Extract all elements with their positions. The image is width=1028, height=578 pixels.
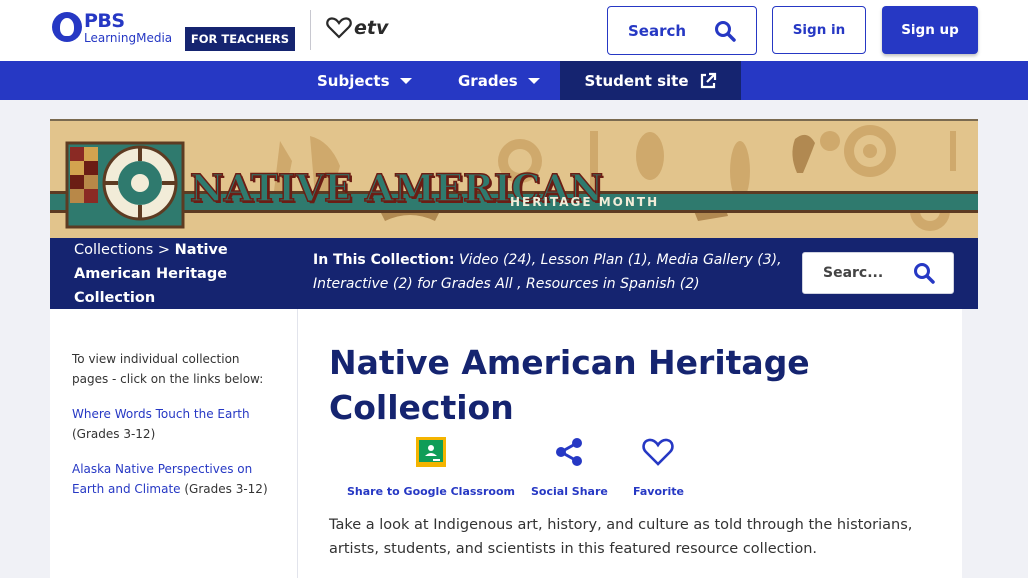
- nav-subjects-label: Subjects: [317, 71, 390, 90]
- collection-description: Take a look at Indigenous art, history, …: [329, 517, 913, 557]
- breadcrumb-separator: >: [153, 242, 175, 258]
- sidebar-item: Where Words Touch the Earth (Grades 3-12…: [72, 404, 282, 444]
- main-content: Native American Heritage Collection Shar…: [298, 309, 962, 578]
- pbs-head-icon: [52, 12, 82, 42]
- header-search-button[interactable]: Search: [607, 6, 757, 55]
- social-share-button[interactable]: Social Share: [531, 437, 608, 498]
- nav-subjects[interactable]: Subjects: [317, 61, 412, 100]
- sidebar-grades: (Grades 3-12): [72, 427, 156, 441]
- chevron-down-icon: [527, 77, 540, 84]
- sidebar-grades: (Grades 3-12): [180, 482, 268, 496]
- nav-student-label: Student site: [584, 71, 689, 90]
- share-google-classroom-button[interactable]: Share to Google Classroom: [347, 437, 515, 498]
- top-header: PBS LearningMedia FOR TEACHERS etv Searc…: [0, 0, 1028, 61]
- chevron-down-icon: [399, 77, 412, 84]
- nav-student-site[interactable]: Student site: [560, 61, 741, 100]
- sidebar-link-where-words[interactable]: Where Words Touch the Earth: [72, 407, 250, 421]
- external-link-icon: [700, 72, 716, 88]
- breadcrumb-collections-link[interactable]: Collections: [74, 242, 153, 258]
- logo-sub: LearningMedia: [84, 31, 173, 45]
- sidebar-item: Alaska Native Perspectives on Earth and …: [72, 459, 282, 499]
- heart-icon: [642, 438, 675, 466]
- banner-subtitle: HERITAGE MONTH: [510, 195, 660, 209]
- share-google-classroom-label: Share to Google Classroom: [347, 485, 515, 498]
- collection-bar: Collections > Native American Heritage C…: [50, 238, 978, 309]
- social-share-label: Social Share: [531, 485, 608, 498]
- collection-banner: NATIVE AMERICAN HERITAGE MONTH: [50, 119, 978, 238]
- header-divider: [310, 10, 311, 50]
- google-classroom-icon: [415, 437, 446, 467]
- search-icon[interactable]: [913, 262, 935, 284]
- collection-search-input[interactable]: Searc...: [802, 252, 954, 294]
- favorite-button[interactable]: Favorite: [633, 437, 684, 498]
- search-icon: [715, 20, 736, 42]
- favorite-label: Favorite: [633, 485, 684, 498]
- etv-text: etv: [354, 17, 389, 39]
- share-icon: [556, 438, 583, 466]
- collection-search-placeholder: Searc...: [823, 265, 884, 281]
- etv-logo[interactable]: etv: [326, 16, 388, 40]
- sign-in-button[interactable]: Sign in: [772, 6, 866, 54]
- nav-grades-label: Grades: [458, 71, 518, 90]
- logo-brand: PBS: [84, 10, 125, 32]
- for-teachers-badge: FOR TEACHERS: [185, 27, 295, 51]
- sidebar-intro: To view individual collection pages - cl…: [72, 352, 264, 386]
- etv-heart-icon: [326, 17, 352, 39]
- in-this-collection-summary: In This Collection: Video (24), Lesson P…: [313, 248, 783, 296]
- nav-grades[interactable]: Grades: [458, 61, 540, 100]
- sidebar: To view individual collection pages - cl…: [50, 309, 298, 578]
- main-nav: Subjects Grades Student site: [0, 61, 1028, 100]
- page-title: Native American Heritage Collection: [329, 343, 810, 427]
- pbs-learningmedia-logo[interactable]: PBS LearningMedia: [52, 12, 172, 44]
- search-label: Search: [628, 21, 687, 40]
- in-collection-label: In This Collection:: [313, 252, 455, 268]
- sign-up-button[interactable]: Sign up: [882, 6, 978, 54]
- breadcrumb: Collections > Native American Heritage C…: [74, 238, 274, 310]
